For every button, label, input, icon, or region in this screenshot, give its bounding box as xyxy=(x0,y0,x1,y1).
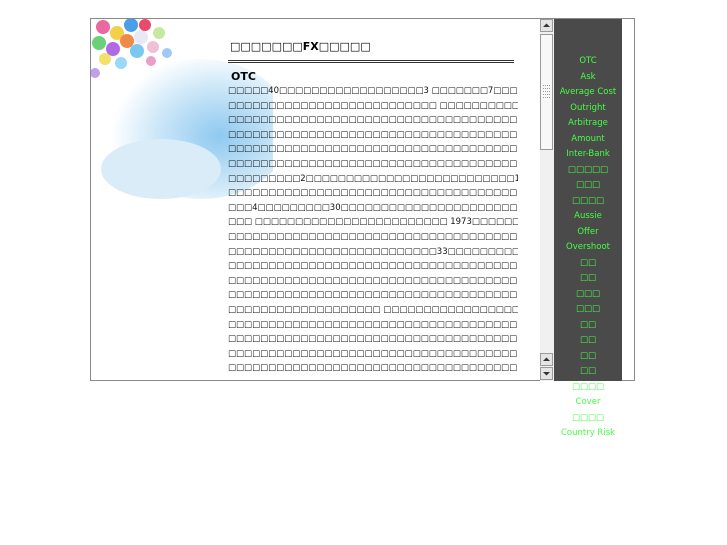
article-text: □□□□□□□□□□□□□□□□□□□□□□□□□□□□□□□□□□□□ □□□… xyxy=(228,334,518,345)
article-line: □□□□□□□□□□□□□□□□□□□□□□□□□□□□□□□□□□□□□□□□… xyxy=(228,361,518,376)
sidebar-menu: OTC Ask Average Cost Outright Arbitrage Amoun… xyxy=(548,54,628,442)
sidebar-link[interactable]: □□ xyxy=(548,364,628,380)
article-text: □□□□□□□□□□□□□□□□□□□□□□□□□□□□□□□□□□□□ □□□… xyxy=(228,188,518,199)
article-text: □□□4□□□□□□□□□30□□□□□□□□□□□□□□□□□□□□□□□□□… xyxy=(228,202,518,213)
scroll-up-button[interactable] xyxy=(540,19,553,32)
article-line: □□□□□□□□□□□□□□□□□□□□□□□□□□ □□□□□□□□□□□□□… xyxy=(228,99,518,114)
sidebar-link[interactable]: Arbitrage xyxy=(548,116,628,132)
article-line: □□□□□□□□□□□□□□□□□□□□□□□□□□□□□□□□□□□□□□□□… xyxy=(228,318,518,333)
sidebar-link[interactable]: □□□□ xyxy=(548,380,628,396)
article-text: □□□□□□□□□□□□□□□□□□□□□□□□□□□□□□□□□□□□□□□□… xyxy=(228,363,518,374)
sidebar-link[interactable]: OTC xyxy=(548,54,628,70)
article-line: □□□ □□□□□□□□□□□□□□□□□□□□□□□□ 1973□□□□□□□… xyxy=(228,215,518,230)
sidebar-link[interactable]: Overshoot xyxy=(548,240,628,256)
article-line: □□□□□□□□□□□□□□□□□□□□□□□□□□□□□□□□□□□□ □□□… xyxy=(228,332,518,347)
article-text: □□□□□□□□□□□□□□□□□□□□□□□□□□□□□□□□□□□□□□□□… xyxy=(228,261,518,272)
sidebar-link[interactable]: □□ xyxy=(548,349,628,365)
sidebar-link[interactable]: Country Risk xyxy=(548,426,628,442)
sidebar-link[interactable]: Aussie xyxy=(548,209,628,225)
sidebar-link[interactable]: □□ xyxy=(548,318,628,334)
sidebar-link[interactable]: □□ xyxy=(548,256,628,272)
sidebar-link[interactable]: Cover xyxy=(548,395,628,411)
sidebar-link[interactable]: □□□□ xyxy=(548,194,628,210)
article-line: □□□□□□□□□□□□□□□□□□□□□□□□□□□□□□□□□□□□□□□□… xyxy=(228,347,518,362)
article-line: □□□□□□□□□□□□□□□□□□□□□□□□□□□□□□□□□□□□□□□□… xyxy=(228,288,518,303)
article-line: □□□□□□□□□□□□□□□□□□□□□□□□□□33□□□□□□□□□□□□… xyxy=(228,245,518,260)
article-line: □□□□□□□□□□□□□□□□□□□□□□□□□□□□□□□□□□□□□□□□… xyxy=(228,259,518,274)
article-line: □□□□□□□□□□□□□□□□□□□□□□□□□□□□□□□□□□□□□□□□… xyxy=(228,230,518,245)
article-text: □□□ □□□□□□□□□□□□□□□□□□□□□□□□ 1973□□□□□□□… xyxy=(228,217,518,228)
sidebar-link[interactable]: □□□□□ xyxy=(548,163,628,179)
article-line: □□□□□□□□□2□□□□□□□□□□□□□□□□□□□□□□□□□□15□□… xyxy=(228,172,518,187)
article-text: □□□□□40□□□□□□□□□□□□□□□□□□3 □□□□□□□7□□□□□… xyxy=(228,86,518,96)
article-line: □□□□□□□□□□□□□□□□□□□ □□□□□□□□□□□□□□□□□□□□… xyxy=(228,303,518,318)
sidebar-link[interactable]: □□ xyxy=(548,333,628,349)
sidebar-link[interactable]: Inter-Bank xyxy=(548,147,628,163)
page-header: □□□□□□□FX□□□□□ xyxy=(228,34,514,63)
article-text: □□□□□□□□□□□□□□□□□□□ □□□□□□□□□□□□□□□□□□□□… xyxy=(228,304,518,315)
article-text: □□□□□□□□□□□□□□□□□□□□□□□□□□□□□□□□□□□□□□□□… xyxy=(228,275,518,286)
sidebar-link[interactable]: □□□ xyxy=(548,302,628,318)
sidebar-link[interactable]: Outright xyxy=(548,101,628,117)
sidebar-link[interactable]: Amount xyxy=(548,132,628,148)
article-text: □□□□□□□□□□□□□□□□□□□□□□□□□□□□□□□□□□□□□□□□… xyxy=(228,158,518,169)
article-text: □□□□□□□□□□□□□□□□□□□□□□□□□□□□□□□□□□□□□ xyxy=(228,348,518,359)
main-content: □□□□□□□FX□□□□□ OTC □□□□□40□□□□□□□□□□□□□□… xyxy=(228,34,518,380)
sidebar-link[interactable]: □□□ xyxy=(548,287,628,303)
article-text: □□□□□□□□□□□□□□□□□□□□□□□□□□□□□□□□□□□□□□□□… xyxy=(228,129,518,140)
sidebar-link[interactable]: Average Cost xyxy=(548,85,628,101)
article-text: □□□□□□□□□□□□□□□□□□□□□□□□□□□□□□□□□□□□□□□□… xyxy=(228,319,518,330)
article-line: □□□□□□□□□□□□□□□□□□□□□□□□□□□□□□□□□□□□□□□□… xyxy=(228,274,518,289)
site-title[interactable]: □□□□□□□FX□□□□□ xyxy=(230,40,371,53)
article-line: □□□□□□□□□□□□□□□□□□□□□□□□□□□□□□□□□□□□□□□□… xyxy=(228,128,518,143)
article-line: □□□□□□□□□□□□□□□□□□□□□□□□□□□□□□□□□□□□□□□□… xyxy=(228,113,518,128)
article-text: □□□□□□□□□□□□□□□□□□□□□□□□□□□□□□□□□□□□□□□□… xyxy=(228,290,518,301)
sidebar-link[interactable]: □□□□ xyxy=(548,411,628,427)
article-text: □□□□□□□□□□□□□□□□□□□□□□□□□□□□□□□□□□□□□□□□… xyxy=(228,115,518,126)
sidebar-link[interactable]: □□ xyxy=(548,271,628,287)
article-line: □□□□□□□□□□□□□□□□□□□□□□□□□□□□□□□□□□□□□□□□… xyxy=(228,157,518,172)
article-text: □□□□□□□□□2□□□□□□□□□□□□□□□□□□□□□□□□□□15□□… xyxy=(228,173,518,184)
arrow-up-icon xyxy=(543,23,550,27)
article-line: □□□□□40□□□□□□□□□□□□□□□□□□3 □□□□□□□7□□□□□… xyxy=(228,84,518,99)
sidebar-link[interactable]: Offer xyxy=(548,225,628,241)
article-text: □□□□□□□□□□□□□□□□□□□□□□□□□□33□□□□□□□□□□□□… xyxy=(228,246,518,257)
article-line: □□□□□□□□□□□□□□□□□□□□□□□□□□□□□□□□□□□□ □□□… xyxy=(228,186,518,201)
article-title: OTC xyxy=(231,70,256,83)
sidebar-link[interactable]: □□□ xyxy=(548,178,628,194)
article-body: □□□□□40□□□□□□□□□□□□□□□□□□3 □□□□□□□7□□□ □□… xyxy=(228,84,518,376)
article-line: □□□4□□□□□□□□□30□□□□□□□□□□□□□□□□□□□□□□□□□… xyxy=(228,201,518,216)
article-text: □□□□□□□□□□□□□□□□□□□□□□□□□□□□□□□□□□□□□□□□… xyxy=(228,144,518,155)
sidebar-link[interactable]: Ask xyxy=(548,70,628,86)
article-text: □□□□□□□□□□□□□□□□□□□□□□□□□□ □□□□□□□□□□□□□… xyxy=(228,100,518,111)
article-text: □□□□□□□□□□□□□□□□□□□□□□□□□□□□□□□□□□□□□□□□… xyxy=(228,231,518,242)
article-line: □□□□□□□□□□□□□□□□□□□□□□□□□□□□□□□□□□□□□□□□… xyxy=(228,142,518,157)
